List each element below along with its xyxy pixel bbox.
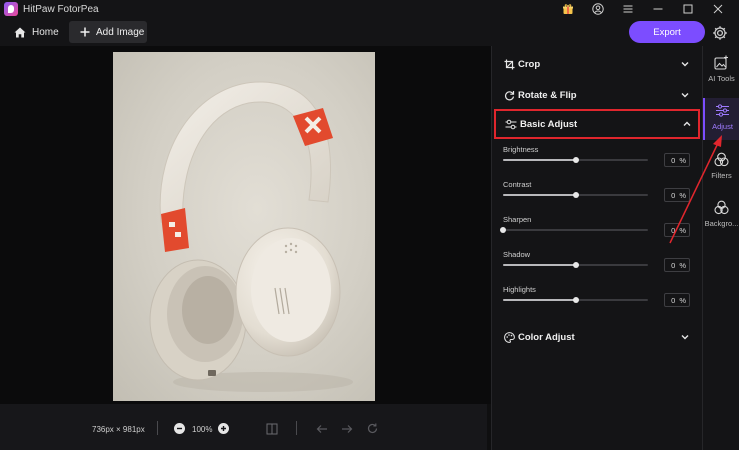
zoom-in-button[interactable]: [218, 423, 229, 434]
slider-fill: [503, 299, 576, 301]
minimize-icon[interactable]: [643, 0, 673, 18]
slider-unit: %: [679, 225, 686, 235]
undo-arrow-icon[interactable]: [315, 422, 328, 435]
chevron-down-icon: [679, 89, 691, 101]
tool-rail: AI Tools Adjust Filters Backgro...: [702, 46, 739, 450]
window-controls: [553, 0, 733, 18]
slider-value-input[interactable]: 0%: [664, 223, 690, 237]
slider-fill: [503, 194, 576, 196]
export-button[interactable]: Export: [629, 21, 705, 43]
palette-icon: [503, 331, 515, 343]
image-dimensions: 736px × 981px: [92, 425, 145, 434]
add-image-label: Add Image: [96, 26, 145, 38]
slider-highlights[interactable]: [503, 297, 648, 303]
slider-value-input[interactable]: 0%: [664, 258, 690, 272]
slider-sharpen[interactable]: [500, 227, 648, 233]
slider-fill: [503, 159, 576, 161]
rotate-flip-label: Rotate & Flip: [518, 89, 577, 101]
slider-unit: %: [679, 260, 686, 270]
chevron-down-icon: [679, 58, 691, 70]
basic-adjust-section-header[interactable]: Basic Adjust: [494, 109, 700, 139]
chevron-down-icon: [679, 331, 691, 343]
divider: [157, 421, 158, 435]
home-icon: [14, 27, 26, 37]
gift-icon[interactable]: [553, 0, 583, 18]
slider-label-highlights: Highlights: [503, 285, 536, 294]
slider-value: 0: [671, 295, 676, 305]
basic-adjust-label: Basic Adjust: [520, 118, 578, 130]
slider-value-input[interactable]: 0%: [664, 188, 690, 202]
settings-gear-icon[interactable]: [711, 24, 728, 41]
color-adjust-section-header[interactable]: Color Adjust: [492, 324, 703, 350]
rail-item-filters[interactable]: Filters: [703, 151, 739, 191]
slider-thumb[interactable]: [572, 297, 579, 303]
slider-thumb[interactable]: [572, 262, 579, 268]
rail-label: Filters: [711, 171, 732, 180]
canvas-status-bar: [0, 404, 487, 450]
background-icon: [714, 199, 730, 215]
app-logo: [4, 2, 18, 16]
slider-value: 0: [671, 155, 676, 165]
photo-headphones[interactable]: [113, 52, 375, 401]
sliders-icon: [505, 118, 517, 130]
rail-item-background[interactable]: Backgro...: [703, 199, 739, 239]
slider-value-input[interactable]: 0%: [664, 293, 690, 307]
zoom-out-button[interactable]: [174, 423, 185, 434]
slider-unit: %: [679, 295, 686, 305]
maximize-icon[interactable]: [673, 0, 703, 18]
crop-icon: [503, 58, 515, 70]
zoom-level: 100%: [192, 425, 213, 434]
plus-icon: [221, 426, 226, 431]
slider-value: 0: [671, 260, 676, 270]
slider-brightness[interactable]: [503, 157, 648, 163]
app-title: HitPaw FotorPea: [23, 3, 99, 15]
account-icon[interactable]: [583, 0, 613, 18]
slider-unit: %: [679, 155, 686, 165]
home-button[interactable]: Home: [14, 24, 59, 40]
slider-contrast[interactable]: [503, 192, 648, 198]
add-image-button[interactable]: Add Image: [69, 21, 147, 43]
chevron-up-icon: [681, 118, 693, 130]
home-label: Home: [32, 26, 59, 38]
slider-thumb[interactable]: [572, 157, 579, 163]
slider-thumb[interactable]: [500, 227, 506, 233]
slider-unit: %: [679, 190, 686, 200]
image-canvas[interactable]: [0, 46, 491, 404]
redo-arrow-icon[interactable]: [340, 422, 353, 435]
filters-icon: [714, 151, 730, 167]
color-adjust-label: Color Adjust: [518, 331, 575, 343]
divider: [296, 421, 297, 435]
rotate-flip-section-header[interactable]: Rotate & Flip: [492, 82, 703, 108]
plus-icon: [80, 27, 90, 37]
slider-label-shadow: Shadow: [503, 250, 531, 259]
minus-icon: [177, 427, 182, 430]
rail-item-adjust[interactable]: Adjust: [703, 98, 739, 140]
slider-label-sharpen: Sharpen: [503, 215, 532, 224]
slider-label-brightness: Brightness: [503, 145, 539, 154]
rotate-icon: [503, 89, 515, 101]
compare-icon[interactable]: [265, 422, 278, 435]
rail-label: AI Tools: [708, 74, 735, 83]
crop-section-header[interactable]: Crop: [492, 51, 703, 77]
adjust-panel: Crop Rotate & Flip Basic Adjust Brightne…: [491, 46, 702, 450]
slider-shadow[interactable]: [503, 262, 648, 268]
title-bar: HitPaw FotorPea: [0, 0, 739, 18]
ai-tools-icon: [714, 54, 730, 70]
rail-item-ai-tools[interactable]: AI Tools: [703, 54, 739, 94]
menu-icon[interactable]: [613, 0, 643, 18]
crop-label: Crop: [518, 58, 541, 70]
slider-value: 0: [671, 225, 676, 235]
slider-thumb[interactable]: [572, 192, 579, 198]
main-toolbar: Home Add Image Export: [0, 18, 739, 46]
close-icon[interactable]: [703, 0, 733, 18]
slider-value-input[interactable]: 0%: [664, 153, 690, 167]
slider-value: 0: [671, 190, 676, 200]
rail-label: Adjust: [712, 122, 733, 131]
reset-icon[interactable]: [366, 422, 379, 435]
adjust-icon: [715, 102, 731, 118]
slider-label-contrast: Contrast: [503, 180, 532, 189]
slider-fill: [503, 264, 576, 266]
rail-label: Backgro...: [704, 219, 739, 228]
